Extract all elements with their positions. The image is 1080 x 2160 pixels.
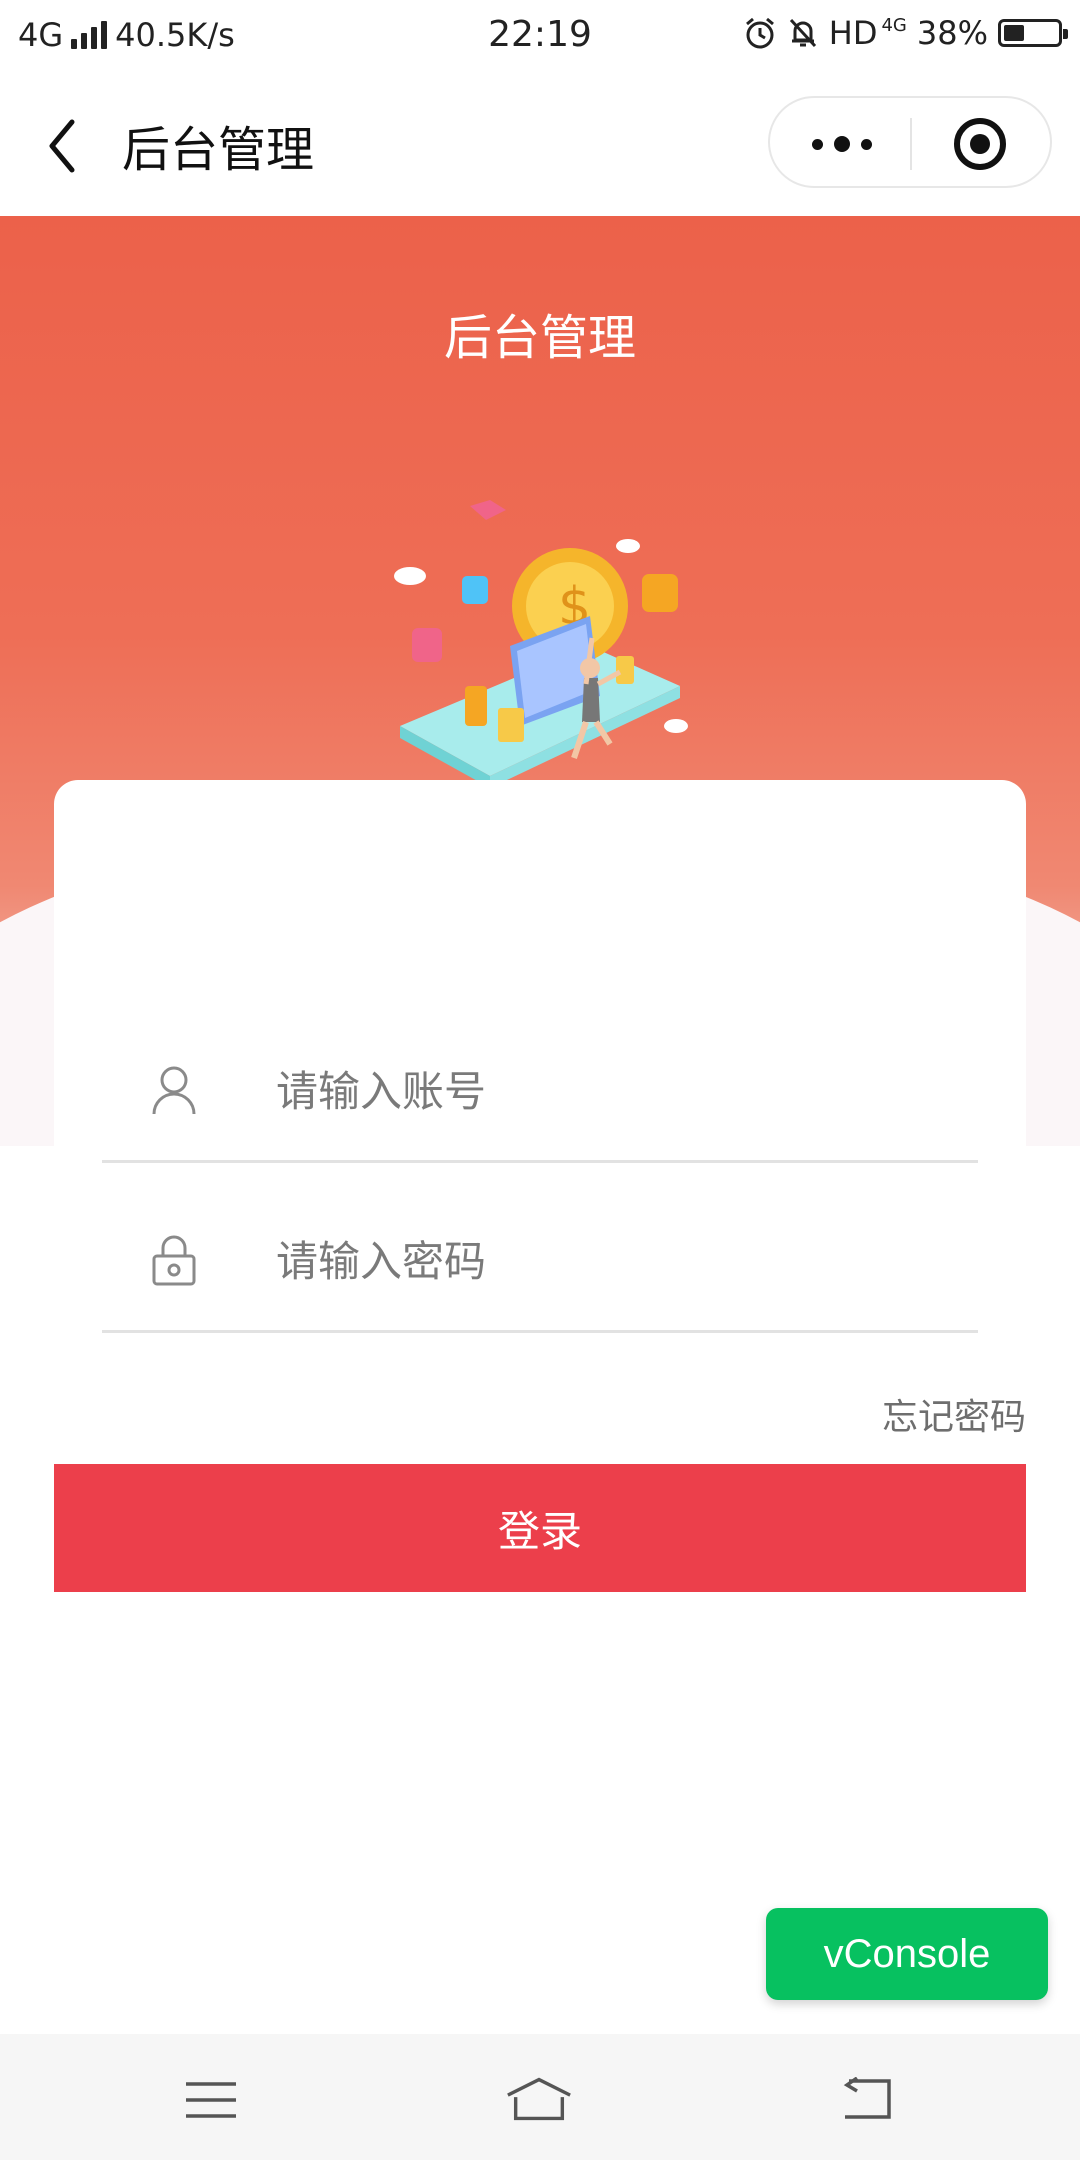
capsule-menu — [768, 96, 1052, 188]
mute-bell-icon — [789, 18, 816, 48]
status-right: HD 4G 38% — [743, 14, 1068, 52]
vconsole-button[interactable]: vConsole — [766, 1908, 1048, 2000]
battery-icon — [998, 19, 1068, 47]
battery-percent: 38% — [916, 14, 988, 52]
chevron-left-icon — [49, 119, 75, 173]
hero-title: 后台管理 — [443, 310, 636, 366]
user-icon — [152, 1066, 196, 1115]
title-bar: 后台管理 — [0, 74, 1080, 216]
page-title: 后台管理 — [122, 122, 315, 178]
account-input[interactable] — [274, 1054, 958, 1128]
menu-icon — [186, 2082, 236, 2118]
more-dots-icon[interactable] — [812, 128, 872, 160]
back-nav-button[interactable] — [832, 2070, 902, 2130]
account-field — [102, 1020, 978, 1163]
lock-icon — [152, 1235, 196, 1286]
system-nav-bar — [0, 2034, 1080, 2160]
hd-label: HD — [828, 14, 878, 52]
phone-coins-illustration: $ — [394, 500, 688, 788]
status-bar: 4G 40.5K/s 22:19 HD 4G 38% — [0, 0, 1080, 74]
back-icon — [843, 2077, 891, 2119]
alarm-icon — [745, 17, 774, 49]
hd-network: 4G — [881, 14, 907, 36]
forgot-password-link[interactable]: 忘记密码 — [882, 1388, 1026, 1440]
capsule-divider — [910, 118, 912, 170]
battery-level — [1004, 25, 1024, 41]
target-circle-icon[interactable] — [952, 116, 1008, 172]
back-button[interactable] — [32, 106, 92, 186]
password-input[interactable] — [274, 1224, 958, 1298]
home-button[interactable] — [504, 2070, 574, 2130]
login-card: 忘记密码 — [54, 780, 1026, 1460]
menu-button[interactable] — [176, 2070, 246, 2130]
password-field — [102, 1190, 978, 1333]
login-button[interactable]: 登录 — [54, 1464, 1026, 1592]
home-icon — [507, 2077, 571, 2121]
